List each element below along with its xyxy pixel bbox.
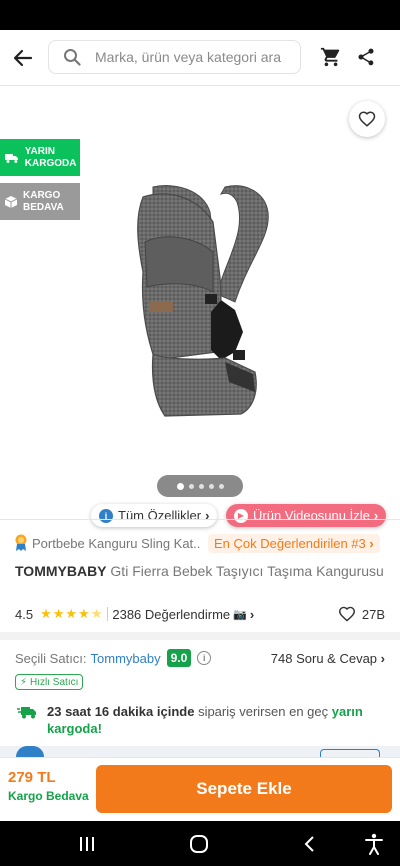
lightning-icon: ⚡ (20, 676, 28, 688)
product-title: TOMMYBABY Gti Fierra Bebek Taşıyıcı Taşı… (15, 562, 385, 580)
qa-link[interactable]: 748 Soru & Cevap › (271, 651, 385, 666)
separator (107, 607, 109, 621)
recents-icon[interactable] (78, 836, 96, 852)
review-count[interactable]: 2386 Değerlendirme (112, 607, 230, 622)
gallery-dot[interactable] (218, 483, 224, 489)
free-shipping-label: Kargo Bedava (8, 789, 89, 803)
truck-icon (5, 153, 18, 163)
all-features-button[interactable]: i Tüm Özellikler › (91, 504, 218, 527)
bottom-action-bar: 279 TL Kargo Bedava Sepete Ekle (0, 757, 400, 821)
home-icon[interactable] (189, 834, 209, 854)
seller-label: Seçili Satıcı: (15, 650, 87, 666)
back-nav-icon[interactable] (303, 835, 315, 853)
fast-seller-badge: ⚡ Hızlı Satıcı (15, 674, 84, 690)
rank-badge[interactable]: En Çok Değerlendirilen #3 › (208, 533, 380, 553)
camera-icon: 📷 (233, 608, 247, 621)
search-placeholder: Marka, ürün veya kategori ara (95, 49, 281, 65)
free-cargo-label: KARGO BEDAVA (23, 189, 64, 213)
info-icon: i (99, 508, 113, 523)
chevron-right-icon: › (373, 508, 379, 523)
section-separator (0, 632, 400, 640)
next-section-icon (16, 746, 44, 757)
chevron-right-icon: › (369, 535, 374, 551)
favorite-count-value: 27B (361, 606, 385, 622)
divider (0, 519, 400, 520)
search-icon (64, 49, 81, 66)
chevron-right-icon: › (249, 606, 255, 622)
medal-icon (15, 534, 27, 551)
next-section-button[interactable] (320, 749, 380, 757)
next-section-peek (0, 746, 400, 757)
search-input[interactable]: Marka, ürün veya kategori ara (48, 40, 301, 74)
watch-video-label: Ürün Videosunu İzle (253, 508, 370, 523)
back-button[interactable] (0, 30, 46, 86)
all-features-label: Tüm Özellikler (118, 508, 202, 523)
gallery-pagination[interactable] (157, 475, 243, 497)
product-name: Gti Fierra Bebek Taşıyıcı Taşıma Kanguru… (110, 563, 384, 579)
box-icon (5, 195, 17, 208)
add-to-cart-button[interactable]: Sepete Ekle (96, 765, 392, 813)
gallery-dot[interactable] (188, 483, 194, 489)
gallery-dot[interactable] (208, 483, 214, 489)
info-icon[interactable]: i (197, 651, 212, 665)
status-bar (0, 0, 400, 30)
seller-name-link[interactable]: Tommybaby (91, 651, 161, 666)
delivery-info: 23 saat 16 dakika içinde sipariş verirse… (17, 703, 387, 737)
delivery-mid: sipariş verirsen en geç (198, 704, 329, 719)
system-nav-bar (0, 821, 400, 866)
delivery-time: 23 saat 16 dakika içinde (47, 704, 195, 719)
fast-seller-label: Hızlı Satıcı (30, 676, 79, 688)
tomorrow-cargo-badge: YARIN KARGODA (0, 139, 80, 176)
arrow-left-icon (13, 49, 33, 66)
share-icon (358, 48, 374, 66)
rating-stars: ★★★★★ (40, 606, 104, 621)
category-link[interactable]: Portbebe Kanguru Sling Kat... (32, 536, 200, 551)
rating-row[interactable]: 4.5 ★★★★★ 2386 Değerlendirme 📷 › 27B (15, 605, 385, 623)
product-gallery[interactable]: YARIN KARGODA KARGO BEDAVA (0, 87, 400, 512)
watch-video-button[interactable]: ▶ Ürün Videosunu İzle › (226, 504, 387, 527)
heart-icon (358, 111, 376, 127)
favorite-button[interactable] (349, 101, 385, 137)
rank-label: En Çok Değerlendirilen #3 (214, 535, 366, 551)
heart-icon (338, 606, 355, 622)
fast-truck-icon (17, 707, 36, 719)
rating-score: 4.5 (15, 606, 34, 622)
category-row[interactable]: Portbebe Kanguru Sling Kat... En Çok Değ… (14, 533, 386, 553)
gallery-dot[interactable] (176, 482, 184, 490)
chevron-right-icon: › (380, 650, 385, 666)
cart-icon (320, 47, 340, 67)
accessibility-icon[interactable] (364, 833, 384, 855)
chevron-right-icon: › (205, 508, 210, 523)
free-cargo-badge: KARGO BEDAVA (0, 183, 80, 220)
play-icon: ▶ (234, 508, 248, 523)
baby-carrier-image (137, 185, 269, 417)
share-button[interactable] (356, 46, 376, 73)
top-bar: Marka, ürün veya kategori ara (0, 30, 400, 86)
seller-score: 9.0 (166, 649, 192, 667)
cart-button[interactable] (320, 46, 342, 73)
add-to-cart-label: Sepete Ekle (196, 779, 292, 798)
gallery-dot[interactable] (198, 483, 204, 489)
seller-row: Seçili Satıcı: Tommybaby 9.0 i 748 Soru … (15, 648, 385, 668)
favorite-count[interactable]: 27B (338, 606, 385, 622)
product-brand[interactable]: TOMMYBABY (15, 563, 107, 579)
delivery-text: 23 saat 16 dakika içinde sipariş verirse… (47, 703, 387, 737)
price: 279 TL (8, 769, 56, 786)
tomorrow-cargo-label: YARIN KARGODA (24, 145, 77, 169)
qa-label: 748 Soru & Cevap (270, 650, 378, 666)
